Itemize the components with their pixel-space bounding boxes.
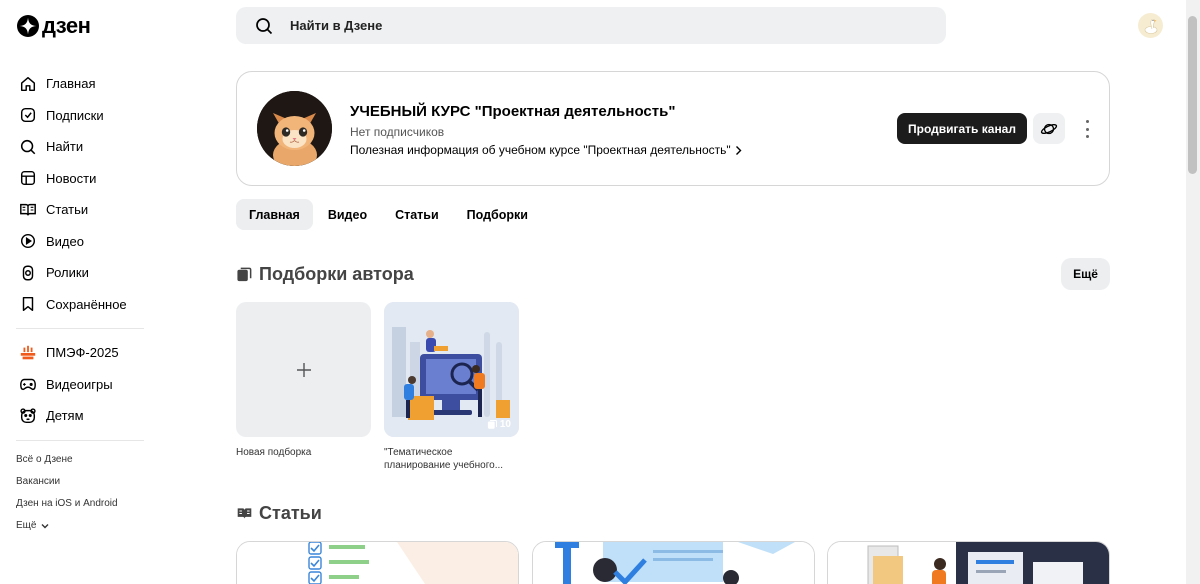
- collection-count: 10: [499, 419, 511, 430]
- sidebar-item-home[interactable]: Главная: [0, 68, 160, 100]
- section-title-text: Статьи: [259, 503, 322, 523]
- sidebar-item-label: Ролики: [46, 265, 89, 281]
- footer-links: Всё о Дзене Вакансии Дзен на iOS и Andro…: [0, 449, 160, 537]
- channel-planet-button[interactable]: [1033, 113, 1065, 144]
- kids-bear-icon: [19, 407, 37, 425]
- page-scrollbar[interactable]: [1186, 0, 1200, 584]
- promote-channel-button[interactable]: Продвигать канал: [897, 113, 1027, 144]
- sidebar-item-kids[interactable]: Детям: [0, 400, 160, 432]
- tab-collections[interactable]: Подборки: [454, 199, 541, 230]
- sidebar-item-label: Видеоигры: [46, 376, 113, 392]
- article-thumbnail: [533, 542, 814, 584]
- collection-illustration: [384, 302, 519, 437]
- sidebar-item-label: Новости: [46, 170, 97, 186]
- sidebar-divider: [16, 328, 144, 329]
- more-dots-icon: [1085, 120, 1089, 123]
- search-bar[interactable]: [236, 7, 946, 44]
- channel-more-button[interactable]: [1080, 120, 1094, 138]
- sidebar-item-label: Детям: [46, 408, 84, 424]
- footer-link-vacancies[interactable]: Вакансии: [16, 471, 160, 493]
- search-icon: [19, 138, 37, 156]
- sidebar-item-label: Подписки: [46, 107, 104, 123]
- sidebar-item-label: Найти: [46, 139, 84, 155]
- footer-link-about[interactable]: Всё о Дзене: [16, 449, 160, 471]
- logo-text: дзен: [42, 13, 91, 38]
- footer-more-label: Ещё: [16, 519, 37, 531]
- news-icon: [19, 169, 37, 187]
- sidebar-divider: [16, 439, 144, 441]
- sidebar-item-search[interactable]: Найти: [0, 131, 160, 163]
- dzen-logo[interactable]: дзен: [17, 13, 91, 38]
- more-dots-icon: [1085, 127, 1089, 131]
- kitten-avatar-image: [257, 91, 332, 166]
- article-card[interactable]: [532, 541, 815, 584]
- section-title-text: Подборки автора: [259, 264, 414, 284]
- search-input[interactable]: [290, 18, 890, 33]
- tab-main[interactable]: Главная: [236, 199, 313, 230]
- scrollbar-thumb[interactable]: [1188, 16, 1197, 174]
- collection-caption: Новая подборка: [236, 447, 312, 458]
- bookmark-icon: [19, 295, 37, 313]
- sidebar-item-articles[interactable]: Статьи: [0, 194, 160, 226]
- chevron-right-icon: [735, 145, 742, 155]
- plus-icon: [296, 362, 311, 377]
- new-collection-thumb[interactable]: [236, 302, 371, 437]
- search-icon: [256, 17, 273, 34]
- sidebar-item-shorts[interactable]: Ролики: [0, 257, 160, 289]
- sidebar-item-label: Статьи: [46, 202, 89, 218]
- tab-video[interactable]: Видео: [315, 199, 380, 230]
- sidebar-item-videogames[interactable]: Видеоигры: [0, 369, 160, 401]
- articles-icon: [19, 201, 37, 219]
- chevron-down-icon: [41, 523, 49, 528]
- collection-caption: "Тематическое планирование учебного...: [384, 447, 504, 471]
- gamepad-icon: [19, 375, 37, 393]
- collections-more-button[interactable]: Ещё: [1061, 258, 1110, 290]
- channel-description-text: Полезная информация об учебном курсе "Пр…: [350, 143, 731, 157]
- channel-title: УЧЕБНЫЙ КУРС "Проектная деятельность": [350, 103, 676, 120]
- user-avatar[interactable]: [1138, 13, 1163, 38]
- collection-card[interactable]: 10 "Тематическое планирование учебного..…: [384, 302, 519, 472]
- sidebar-item-label: Главная: [46, 76, 96, 92]
- sidebar: Главная Подписки Найти Новости Статьи Ви…: [0, 68, 160, 537]
- channel-header-card: УЧЕБНЫЙ КУРС "Проектная деятельность" Не…: [236, 71, 1110, 186]
- sidebar-item-label: ПМЭФ-2025: [46, 345, 119, 361]
- sidebar-item-spief[interactable]: ПМЭФ-2025: [0, 337, 160, 369]
- collections-stack-icon: [487, 420, 497, 429]
- spief-icon: [19, 344, 37, 362]
- sidebar-item-video[interactable]: Видео: [0, 226, 160, 258]
- shorts-icon: [19, 264, 37, 282]
- article-card[interactable]: [236, 541, 519, 584]
- collection-count-badge: 10: [487, 419, 511, 430]
- sidebar-item-label: Сохранённое: [46, 296, 127, 312]
- channel-subscribers: Нет подписчиков: [350, 125, 445, 139]
- collections-stack-icon: [237, 267, 252, 282]
- sidebar-item-saved[interactable]: Сохранённое: [0, 289, 160, 321]
- collection-thumb[interactable]: 10: [384, 302, 519, 437]
- tab-articles[interactable]: Статьи: [382, 199, 452, 230]
- footer-link-apps[interactable]: Дзен на iOS и Android: [16, 493, 160, 515]
- article-thumbnail: [237, 542, 518, 584]
- sidebar-item-subscriptions[interactable]: Подписки: [0, 100, 160, 132]
- article-card[interactable]: [827, 541, 1110, 584]
- subscriptions-icon: [19, 106, 37, 124]
- more-dots-icon: [1085, 135, 1089, 138]
- articles-section-title: Статьи: [236, 503, 322, 524]
- sidebar-item-label: Видео: [46, 233, 84, 249]
- channel-description[interactable]: Полезная информация об учебном курсе "Пр…: [350, 143, 743, 157]
- planet-icon: [1040, 123, 1058, 134]
- articles-icon: [237, 508, 252, 519]
- channel-avatar[interactable]: [257, 91, 332, 166]
- article-thumbnail: [828, 542, 1109, 584]
- home-icon: [19, 75, 37, 93]
- video-icon: [19, 232, 37, 250]
- channel-tabs: Главная Видео Статьи Подборки: [236, 199, 543, 230]
- footer-link-more[interactable]: Ещё: [16, 515, 160, 537]
- collection-card-new[interactable]: Новая подборка: [236, 302, 371, 459]
- goose-avatar-icon: [1144, 18, 1157, 34]
- dzen-star-icon: [17, 15, 39, 37]
- sidebar-item-news[interactable]: Новости: [0, 163, 160, 195]
- collections-section-title: Подборки автора: [236, 264, 414, 285]
